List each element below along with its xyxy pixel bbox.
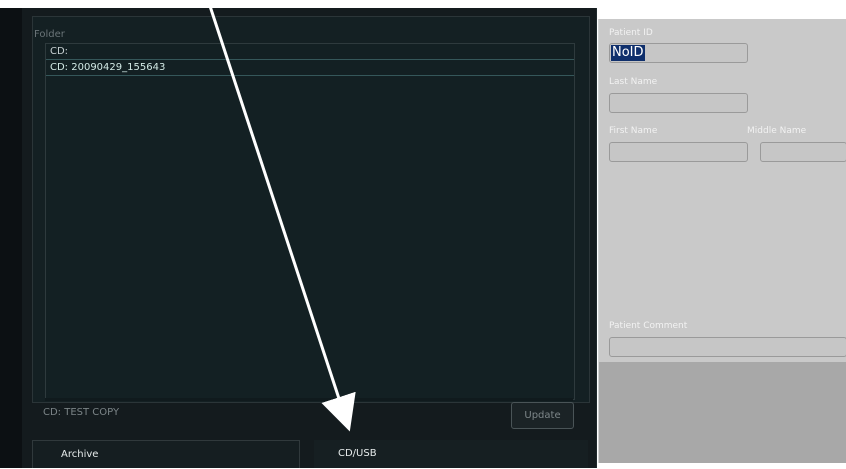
- middle-name-input[interactable]: [760, 142, 846, 162]
- first-name-label: First Name: [609, 126, 658, 136]
- first-name-input[interactable]: [609, 142, 748, 162]
- middle-name-label: Middle Name: [747, 126, 807, 136]
- patient-id-label: Patient ID: [609, 28, 653, 38]
- tab-cd-usb[interactable]: CD/USB: [314, 440, 588, 468]
- update-button[interactable]: Update: [511, 402, 574, 429]
- folder-panel: Folder CD: CD: 20090429_155643 CD: TEST …: [22, 8, 597, 468]
- folder-item-cd-date[interactable]: CD: 20090429_155643: [46, 60, 574, 76]
- folder-list[interactable]: CD: CD: 20090429_155643: [45, 43, 575, 400]
- patient-id-input[interactable]: NoID: [609, 43, 748, 63]
- comment-area: [599, 362, 846, 463]
- tab-archive[interactable]: Archive: [32, 440, 300, 468]
- patient-info-panel: Patient ID NoID Last Name First Name Mid…: [598, 19, 846, 463]
- last-name-label: Last Name: [609, 77, 658, 87]
- left-edge-strip: [0, 8, 22, 468]
- patient-id-value: NoID: [611, 45, 645, 61]
- list-bottom-bar: [45, 398, 573, 401]
- patient-comment-input[interactable]: [609, 337, 846, 357]
- status-text: CD: TEST COPY: [43, 407, 120, 418]
- folder-label: Folder: [34, 29, 65, 40]
- app-window: Folder CD: CD: 20090429_155643 CD: TEST …: [0, 0, 846, 468]
- patient-comment-label: Patient Comment: [609, 321, 688, 331]
- folder-item-cd[interactable]: CD:: [46, 44, 574, 60]
- last-name-input[interactable]: [609, 93, 748, 113]
